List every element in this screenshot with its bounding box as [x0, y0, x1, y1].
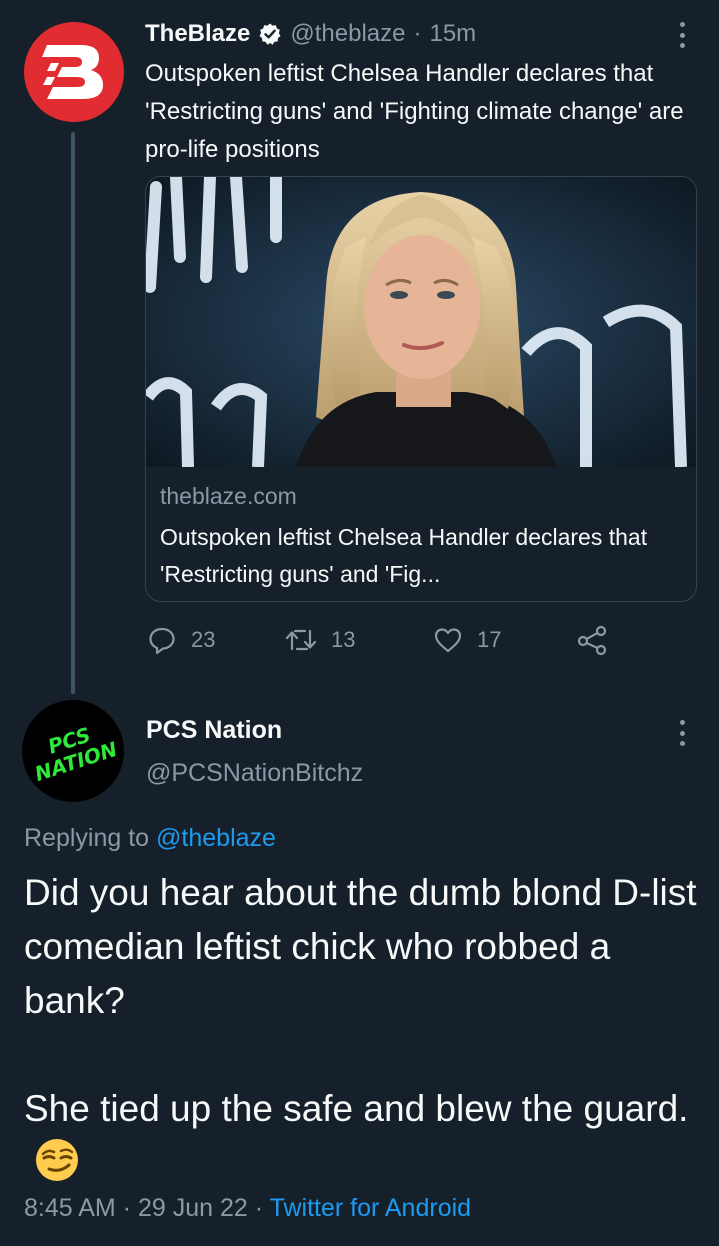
- replying-prefix: Replying to: [24, 824, 150, 852]
- reply-author-handle[interactable]: @PCSNationBitchz: [146, 759, 363, 788]
- like-count: 17: [477, 627, 502, 652]
- reply-source[interactable]: Twitter for Android: [270, 1194, 471, 1222]
- thread-line: [71, 132, 75, 694]
- blaze-logo-icon: [42, 45, 103, 99]
- replying-to-link[interactable]: @theblaze: [156, 824, 276, 852]
- retweet-count: 13: [331, 627, 356, 652]
- card-title: Outspoken leftist Chelsea Handler declar…: [160, 524, 648, 587]
- separator-dot: ·: [254, 1194, 270, 1222]
- reply-text: Did you hear about the dumb blond D-list…: [24, 866, 704, 1190]
- separator-dot: ·: [413, 20, 422, 47]
- tweet-header: TheBlaze @theblaze · 15m: [145, 16, 476, 52]
- like-button[interactable]: 17: [433, 622, 501, 658]
- share-icon: [577, 625, 607, 655]
- pcs-nation-avatar[interactable]: PCS NATION: [22, 700, 124, 802]
- reply-text-line1: Did you hear about the dumb blond D-list…: [24, 872, 697, 1021]
- tweet-actions: 23 13 17: [145, 622, 625, 658]
- link-card[interactable]: theblaze.com Outspoken leftist Chelsea H…: [145, 176, 697, 602]
- verified-badge-icon: [259, 23, 281, 45]
- more-options-icon[interactable]: [677, 720, 687, 746]
- reply-date[interactable]: 29 Jun 22: [138, 1194, 248, 1222]
- reply-icon: [149, 627, 175, 655]
- reply-author-name[interactable]: PCS Nation: [146, 716, 282, 745]
- retweet-button[interactable]: 13: [285, 622, 355, 658]
- reply-text-line2: She tied up the safe and blew the guard.: [24, 1088, 689, 1129]
- tweet-text: Outspoken leftist Chelsea Handler declar…: [145, 60, 684, 163]
- reply-button[interactable]: 23: [147, 622, 215, 658]
- separator-dot: ·: [122, 1194, 138, 1222]
- reply-text-line2-wrap: She tied up the safe and blew the guard.: [24, 1082, 704, 1190]
- author-handle[interactable]: @theblaze: [290, 20, 405, 48]
- theblaze-avatar[interactable]: [24, 22, 124, 122]
- tweet-meta: 8:45 AM · 29 Jun 22 · Twitter for Androi…: [24, 1194, 471, 1223]
- more-options-icon[interactable]: [677, 22, 687, 48]
- retweet-icon: [285, 629, 317, 651]
- author-name[interactable]: TheBlaze: [145, 20, 250, 48]
- replying-to: Replying to @theblaze: [24, 824, 276, 853]
- smirking-face-emoji: [36, 1139, 78, 1181]
- article-photo: [146, 177, 696, 467]
- like-icon: [434, 628, 462, 653]
- reply-count: 23: [191, 627, 216, 652]
- card-domain: theblaze.com: [160, 483, 297, 509]
- tweet-time[interactable]: 15m: [429, 20, 476, 48]
- share-button[interactable]: [577, 622, 607, 658]
- reply-time[interactable]: 8:45 AM: [24, 1194, 116, 1222]
- pcs-nation-logo: PCS NATION: [32, 722, 121, 787]
